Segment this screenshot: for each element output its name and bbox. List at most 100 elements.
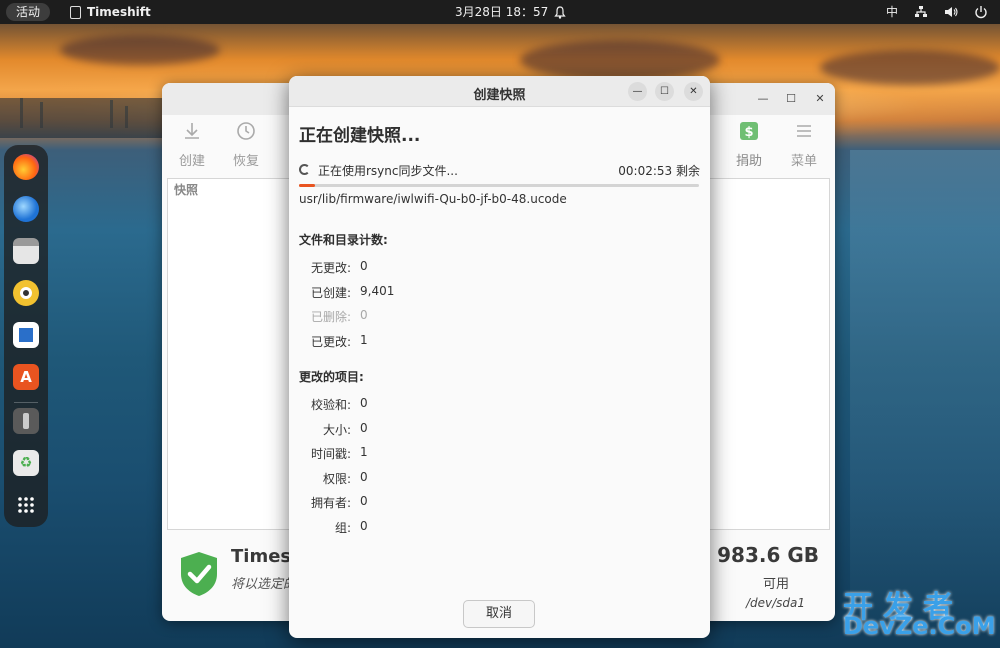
clock[interactable]: 3月28日 18：57	[455, 3, 566, 21]
bell-icon	[554, 5, 566, 19]
wallpaper-port	[0, 98, 165, 138]
thunderbird-icon[interactable]	[13, 196, 39, 222]
rhythmbox-icon[interactable]	[13, 280, 39, 306]
restore-label: 恢复	[232, 154, 259, 169]
changed-label: 权限:	[322, 471, 351, 486]
watermark: 开发者 DevZe.CoM	[843, 582, 996, 642]
cancel-button[interactable]: 取消	[463, 600, 535, 628]
svg-text:$: $	[744, 125, 753, 140]
donate-label: 捐助	[735, 154, 762, 169]
timeshift-icon	[70, 5, 81, 19]
sync-status-text: 正在使用rsync同步文件...	[318, 164, 458, 178]
minimize-icon[interactable]: —	[628, 82, 647, 101]
power-icon	[975, 6, 987, 19]
wallpaper-cloud	[60, 35, 220, 65]
restore-button[interactable]: 恢复	[226, 120, 266, 169]
wallpaper-sea	[850, 150, 1000, 630]
snapshot-list-header[interactable]: 快照	[174, 181, 198, 198]
counts-label: 已更改:	[310, 334, 351, 349]
spinner-icon	[299, 164, 310, 175]
download-icon	[185, 123, 199, 139]
create-button[interactable]: 创建	[172, 120, 212, 169]
changed-row: 拥有者: 0	[289, 494, 710, 510]
show-apps-icon[interactable]	[13, 492, 39, 518]
changed-label: 拥有者:	[310, 496, 351, 510]
system-tray[interactable]: 中	[886, 3, 988, 21]
sync-status-row: 正在使用rsync同步文件... 00:02:53 剩余	[299, 162, 700, 180]
changed-label: 大小:	[322, 422, 351, 437]
changed-value: 0	[360, 420, 368, 435]
changed-value: 1	[360, 445, 368, 459]
firefox-icon[interactable]	[13, 154, 39, 180]
changed-section-title: 更改的项目:	[299, 370, 364, 384]
changed-value: 0	[360, 396, 368, 410]
changed-row: 组: 0	[289, 519, 710, 535]
wallpaper-cloud	[820, 50, 1000, 85]
changed-value: 0	[360, 469, 368, 484]
changed-row: 权限: 0	[289, 470, 710, 486]
history-icon	[237, 122, 255, 140]
usb-drive-icon[interactable]	[13, 408, 39, 434]
wallpaper-cloud	[520, 40, 720, 80]
counts-row: 已更改: 1	[289, 333, 710, 349]
dock: A ♻	[4, 145, 48, 527]
maximize-icon[interactable]: ☐	[655, 82, 674, 101]
counts-row: 无更改: 0	[289, 259, 710, 275]
changed-label: 组:	[334, 520, 351, 535]
activities-button[interactable]: 活动	[6, 3, 51, 21]
dock-separator	[14, 402, 38, 403]
donate-dollar-icon: $	[740, 122, 758, 140]
donate-button[interactable]: $ 捐助	[729, 120, 769, 169]
changed-row: 校验和: 0	[289, 396, 710, 412]
top-bar: 活动 Timeshift 3月28日 18：57 中	[0, 0, 1000, 24]
disk-free-space: 983.6 GB	[717, 543, 819, 567]
changed-label: 校验和:	[310, 398, 351, 412]
dialog-heading: 正在创建快照...	[299, 126, 421, 146]
changed-label: 时间戳:	[310, 447, 351, 461]
volume-icon	[945, 7, 958, 17]
counts-value: 0	[360, 308, 368, 322]
counts-value: 9,401	[360, 283, 395, 298]
disk-free-label: 可用	[762, 577, 789, 592]
counts-label: 已创建:	[310, 285, 351, 300]
hamburger-menu-icon	[797, 125, 811, 137]
changed-row: 大小: 0	[289, 421, 710, 437]
counts-section-title: 文件和目录计数:	[299, 233, 388, 247]
files-icon[interactable]	[13, 238, 39, 264]
trash-icon[interactable]: ♻	[13, 450, 39, 476]
dialog-title: 创建快照	[473, 88, 526, 103]
counts-value: 1	[360, 332, 368, 347]
time-remaining: 00:02:53 剩余	[618, 164, 700, 178]
disk-device: /dev/sda1	[745, 596, 805, 610]
counts-row: 已创建: 9,401	[289, 284, 710, 300]
current-file-path: usr/lib/firmware/iwlwifi-Qu-b0-jf-b0-48.…	[299, 192, 567, 206]
close-icon[interactable]: ✕	[684, 82, 703, 101]
progress-bar	[299, 184, 699, 187]
minimize-icon[interactable]: —	[755, 91, 771, 107]
app-menu-label: Timeshift	[87, 5, 151, 19]
input-method-indicator[interactable]: 中	[886, 3, 898, 21]
create-label: 创建	[178, 154, 205, 169]
status-subtitle: 将以选定的	[231, 577, 297, 592]
close-icon[interactable]: ✕	[812, 91, 828, 107]
writer-icon[interactable]	[13, 322, 39, 348]
changed-value: 0	[360, 518, 368, 533]
menu-label: 菜单	[790, 154, 817, 169]
counts-value: 0	[360, 259, 368, 273]
changed-row: 时间戳: 1	[289, 445, 710, 461]
clock-label: 3月28日 18：57	[455, 5, 549, 19]
shield-check-icon	[181, 552, 217, 596]
counts-label: 无更改:	[310, 261, 351, 275]
menu-button[interactable]: 菜单	[784, 120, 824, 169]
dialog-titlebar[interactable]: 创建快照 — ☐ ✕	[289, 76, 710, 107]
progress-bar-fill	[299, 184, 315, 187]
software-center-icon[interactable]: A	[13, 364, 39, 390]
watermark-bottom-text: DevZe.CoM	[843, 612, 996, 640]
changed-value: 0	[360, 494, 368, 508]
app-menu[interactable]: Timeshift	[70, 3, 151, 21]
counts-row: 已删除: 0	[289, 308, 710, 324]
network-icon	[915, 6, 927, 17]
create-snapshot-dialog: 创建快照 — ☐ ✕ 正在创建快照... 正在使用rsync同步文件... 00…	[289, 76, 710, 638]
maximize-icon[interactable]: ☐	[783, 91, 799, 107]
counts-label: 已删除:	[310, 310, 351, 324]
